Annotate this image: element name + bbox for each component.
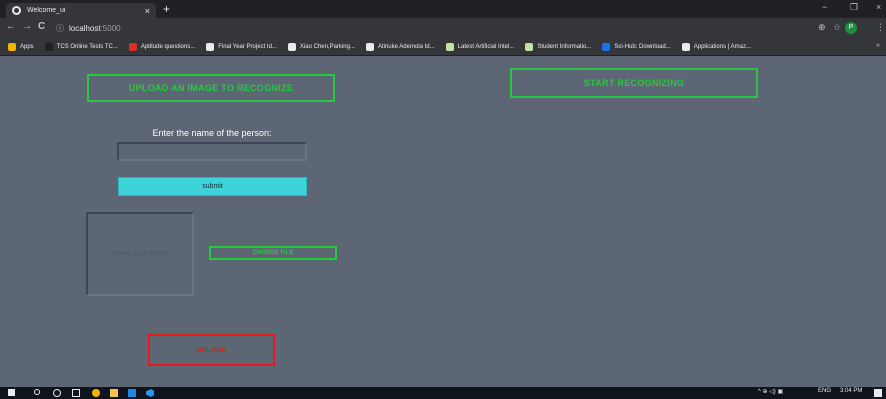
bookmark-label: Xiao Chen,Parking... — [299, 43, 355, 50]
site-info-icon[interactable]: ⓘ — [56, 23, 64, 34]
language-indicator[interactable]: ENG — [818, 388, 831, 394]
bookmark-item[interactable]: Xiao Chen,Parking... — [287, 42, 355, 51]
bookmark-item[interactable]: Student Informatio... — [525, 42, 592, 51]
bookmark-label: Student Informatio... — [537, 43, 592, 50]
bookmark-favicon-icon — [128, 42, 137, 51]
bookmark-star-icon[interactable]: ☆ — [833, 22, 841, 33]
cortana-icon[interactable] — [53, 389, 61, 397]
profile-avatar[interactable]: P — [845, 22, 857, 34]
bookmark-favicon-icon — [525, 42, 534, 51]
upload-button[interactable]: UPLOAD — [148, 334, 275, 366]
store-icon[interactable] — [128, 389, 136, 397]
browser-tab-bar: Welcome_ui × + − ❐ × — [0, 0, 886, 18]
start-recognizing-button[interactable]: START RECOGNIZING — [510, 68, 758, 98]
bookmark-favicon-icon — [287, 42, 296, 51]
bookmark-favicon-icon — [8, 42, 16, 51]
bookmark-label: Apps — [20, 43, 34, 50]
tab-close-icon[interactable]: × — [145, 6, 150, 16]
notifications-icon[interactable] — [874, 389, 882, 397]
url-port: :5000 — [100, 23, 121, 33]
reload-icon[interactable]: C — [38, 21, 45, 32]
bookmark-label: Applications | Amaz... — [693, 43, 751, 50]
new-tab-button[interactable]: + — [163, 2, 170, 16]
bookmark-label: Atinuke Ademola Id... — [377, 43, 435, 50]
bookmark-favicon-icon — [602, 42, 611, 51]
file-explorer-icon[interactable] — [110, 389, 118, 397]
bookmark-favicon-icon — [681, 42, 690, 51]
chrome-favicon-icon — [12, 6, 21, 15]
submit-button[interactable]: submit — [118, 177, 307, 196]
bookmark-favicon-icon — [44, 42, 53, 51]
bookmark-item[interactable]: Apps — [8, 42, 34, 51]
bookmark-item[interactable]: Latest Artificial Intel... — [445, 42, 515, 51]
bookmark-favicon-icon — [365, 42, 374, 51]
page-content: UPLOAD AN IMAGE TO RECOGNIZE START RECOG… — [0, 56, 886, 387]
bookmark-item[interactable]: TCS Online Tests TC... — [44, 42, 118, 51]
bookmark-item[interactable]: Sci-Hub: Download... — [602, 42, 671, 51]
close-window-icon[interactable]: × — [876, 2, 881, 12]
bookmark-label: TCS Online Tests TC... — [56, 43, 118, 50]
bookmarks-bar: Apps TCS Online Tests TC... Aptitude quest… — [0, 38, 886, 56]
clock[interactable]: 3:04 PM — [840, 388, 862, 394]
browser-toolbar: ← → C ⓘ localhost :5000 ⊕ ☆ P ⋮ — [0, 18, 886, 38]
bookmark-item[interactable]: Applications | Amaz... — [681, 42, 751, 51]
zoom-icon[interactable]: ⊕ — [818, 22, 826, 33]
forward-arrow-icon[interactable]: → — [22, 21, 32, 32]
bookmark-favicon-icon — [445, 42, 454, 51]
bookmark-label: Sci-Hub: Download... — [614, 43, 671, 50]
bookmark-label: Latest Artificial Intel... — [457, 43, 515, 50]
image-preview-box: choose jpg or png file — [86, 212, 194, 296]
windows-start-icon[interactable] — [8, 389, 15, 396]
person-name-input[interactable] — [117, 142, 307, 161]
bookmark-item[interactable]: Final Year Project Id... — [206, 42, 277, 51]
file-placeholder-text: choose jpg or png file — [111, 251, 169, 257]
upload-image-to-recognize-button[interactable]: UPLOAD AN IMAGE TO RECOGNIZE — [87, 74, 335, 102]
menu-icon[interactable]: ⋮ — [876, 22, 885, 33]
address-bar[interactable]: ⓘ localhost :5000 — [56, 21, 256, 35]
vscode-icon[interactable] — [146, 389, 154, 397]
bookmark-label: Aptitude questions... — [140, 43, 196, 50]
url-host: localhost — [69, 23, 101, 33]
search-icon[interactable] — [34, 389, 40, 395]
bookmark-label: Final Year Project Id... — [218, 43, 277, 50]
minimize-icon[interactable]: − — [822, 2, 827, 12]
bookmark-favicon-icon — [206, 42, 215, 51]
tab-title: Welcome_ui — [27, 7, 66, 14]
person-name-label: Enter the name of the person: — [152, 128, 272, 138]
chrome-taskbar-icon[interactable] — [92, 389, 100, 397]
bookmark-item[interactable]: Aptitude questions... — [128, 42, 196, 51]
choose-file-button[interactable]: CHOOSE FILE — [209, 246, 337, 260]
maximize-icon[interactable]: ❐ — [850, 2, 858, 13]
browser-tab[interactable]: Welcome_ui × — [6, 3, 156, 18]
task-view-icon[interactable] — [72, 389, 80, 397]
back-arrow-icon[interactable]: ← — [6, 21, 16, 32]
bookmarks-overflow-icon[interactable]: » — [876, 42, 880, 49]
bookmark-item[interactable]: Atinuke Ademola Id... — [365, 42, 435, 51]
windows-taskbar: ^ ⊕ ◁) ▣ ENG 3:04 PM — [0, 387, 886, 399]
system-tray-icons[interactable]: ^ ⊕ ◁) ▣ — [758, 388, 783, 395]
